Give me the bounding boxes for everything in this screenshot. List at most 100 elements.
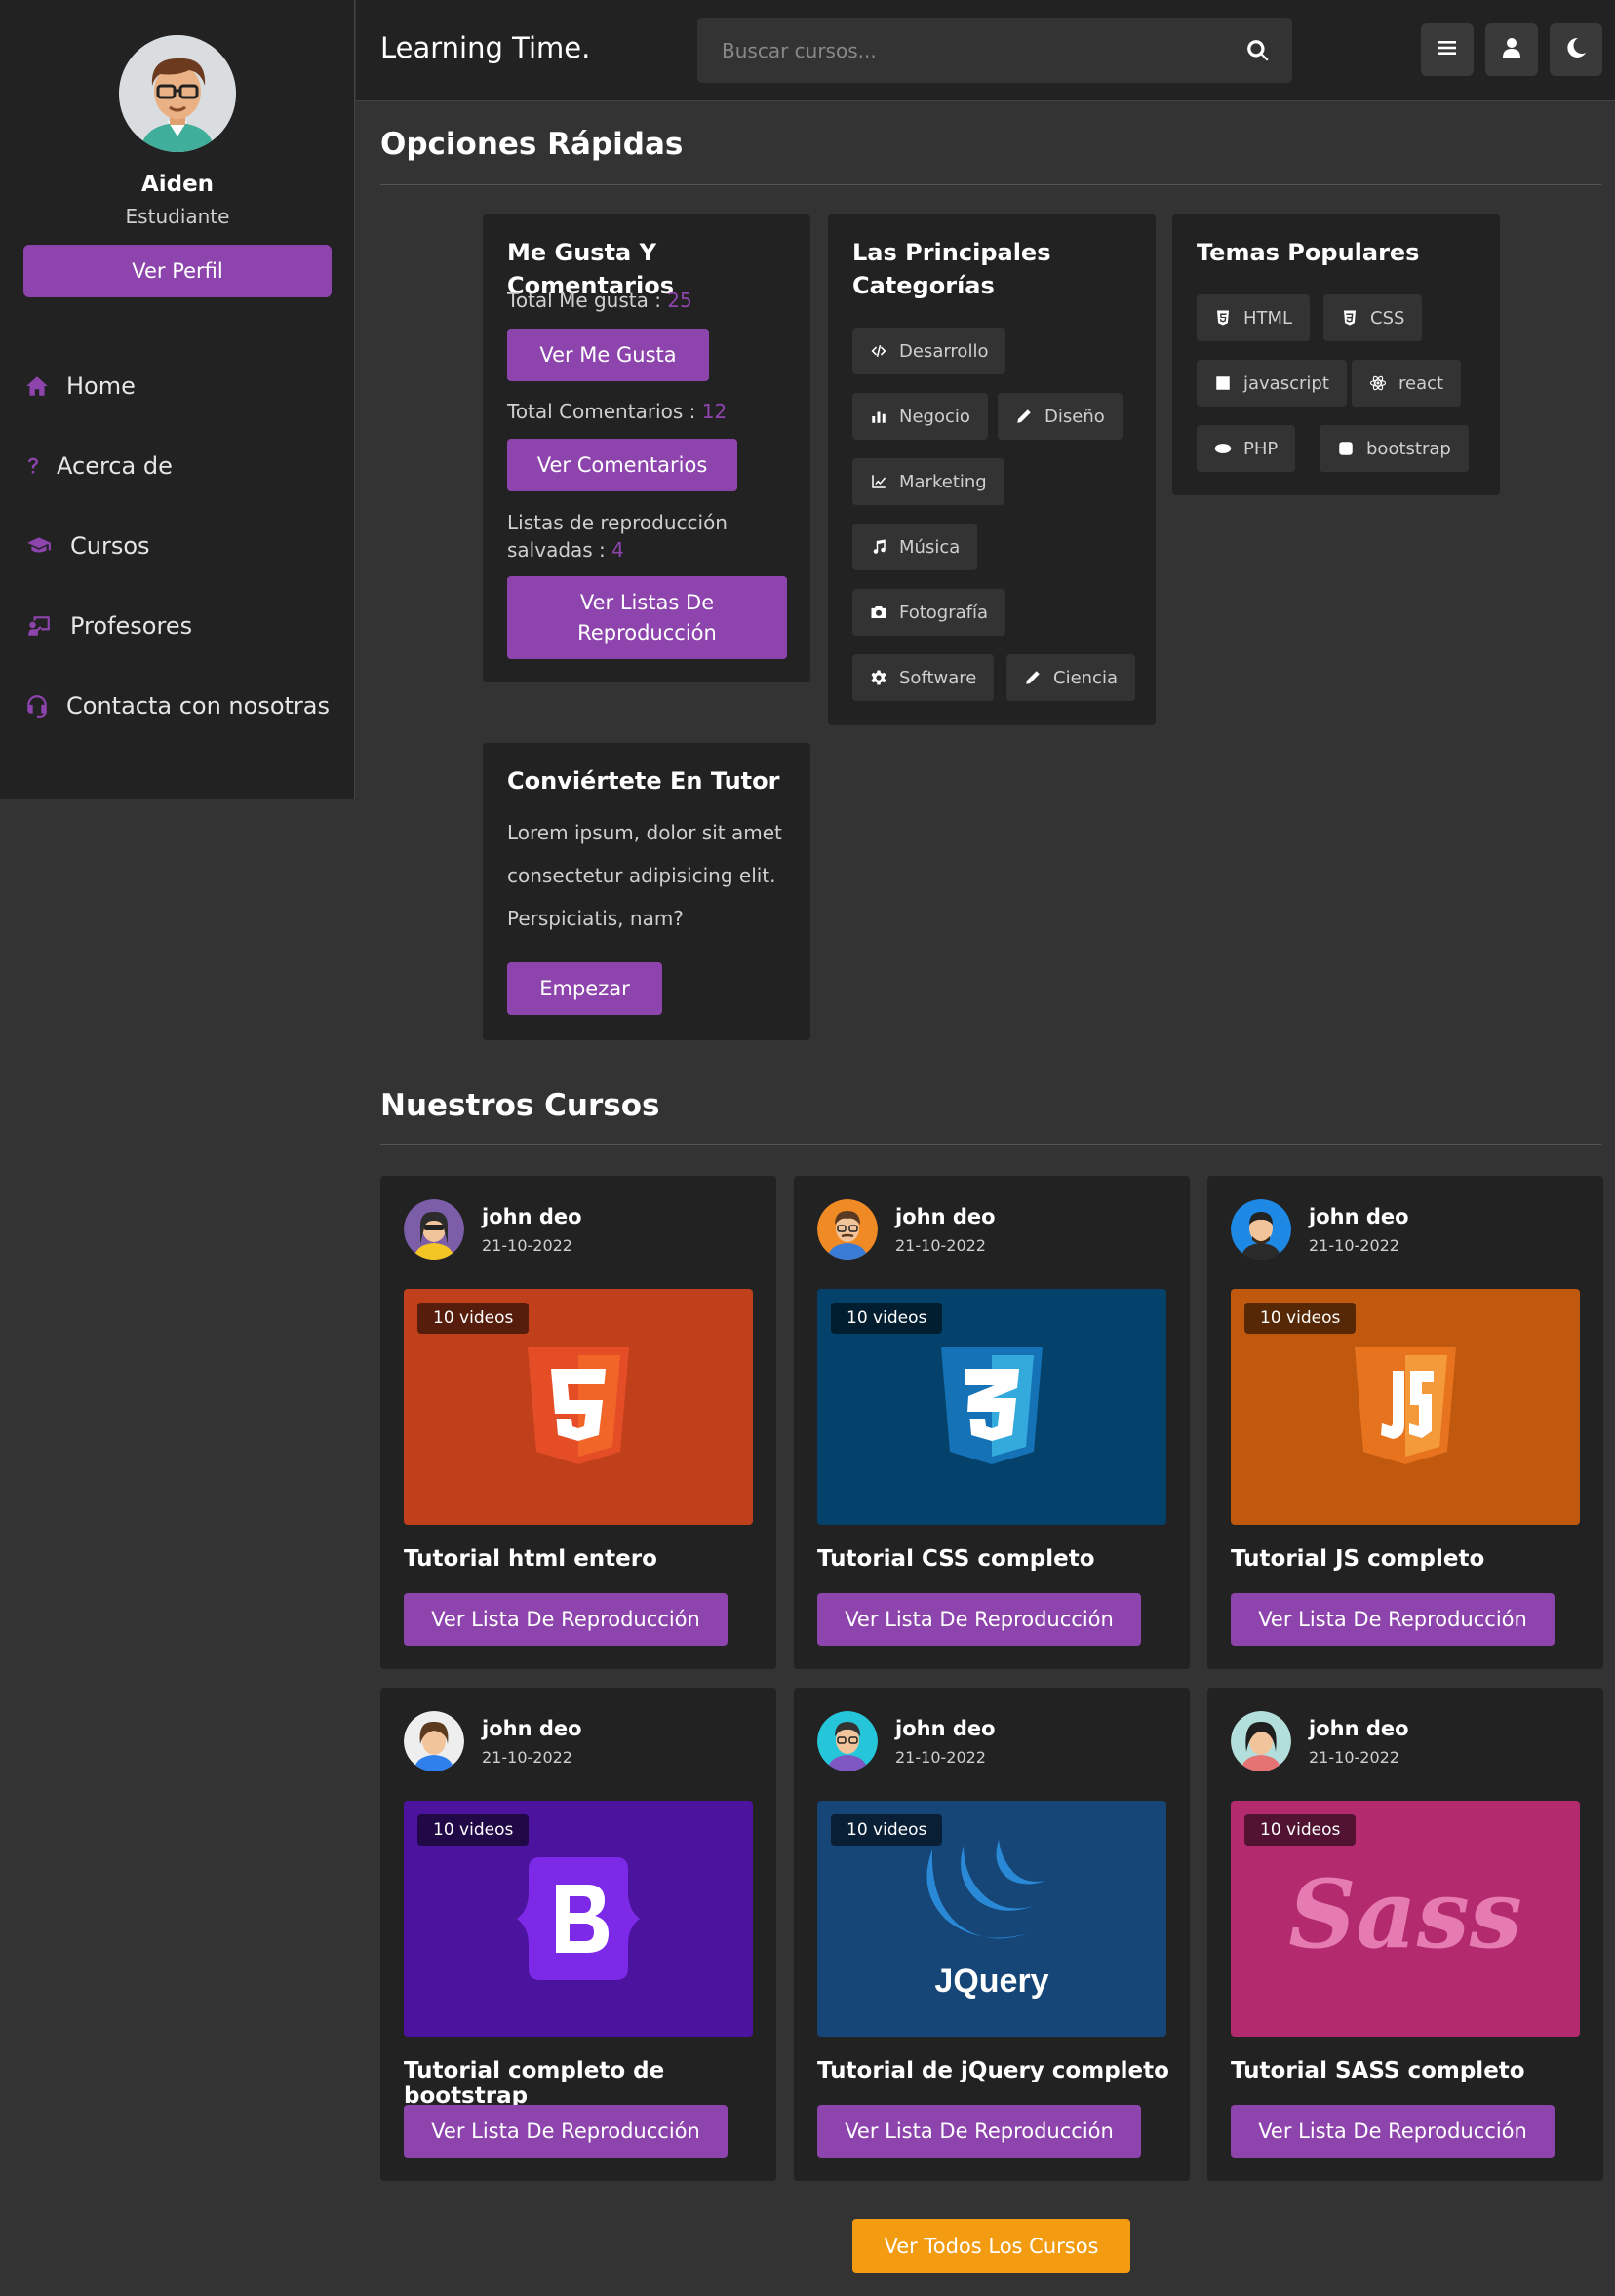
- home-icon: [23, 372, 51, 400]
- graduation-cap-icon: [23, 532, 55, 560]
- course-thumbnail[interactable]: 10 videos: [817, 1289, 1166, 1525]
- question-icon: [23, 452, 43, 480]
- category-tag-marketing[interactable]: Marketing: [852, 458, 1004, 505]
- total-comments-stat: Total Comentarios : 12: [507, 400, 728, 423]
- topic-tag-css[interactable]: CSS: [1323, 294, 1423, 341]
- sidebar-item-label: Home: [66, 372, 136, 400]
- author-avatar: [1231, 1711, 1291, 1771]
- sidebar-item-teachers[interactable]: Profesores: [0, 586, 355, 666]
- video-count-badge: 10 videos: [417, 1814, 530, 1846]
- publish-date: 21-10-2022: [895, 1748, 986, 1767]
- category-tag-business[interactable]: Negocio: [852, 393, 988, 440]
- category-tag-development[interactable]: Desarrollo: [852, 328, 1006, 374]
- search-bar: [697, 18, 1292, 83]
- js-icon: [1216, 376, 1230, 390]
- view-all-courses-button[interactable]: Ver Todos Los Cursos: [852, 2219, 1130, 2273]
- chart-line-icon: [872, 475, 886, 488]
- cog-icon: [871, 670, 886, 685]
- course-thumbnail[interactable]: Sass 10 videos: [1231, 1801, 1580, 2037]
- category-tag-software[interactable]: Software: [852, 654, 995, 701]
- profile-avatar[interactable]: [119, 35, 236, 152]
- profile-role: Estudiante: [125, 205, 230, 228]
- course-thumbnail[interactable]: 10 videos: [404, 1289, 753, 1525]
- author-avatar: [1231, 1199, 1291, 1260]
- view-playlist-button[interactable]: Ver Lista De Reproducción: [1231, 2105, 1555, 2158]
- pen-icon: [1017, 409, 1031, 423]
- author-name: john deo: [482, 1205, 582, 1228]
- php-icon: [1214, 444, 1232, 453]
- courses-title: Nuestros Cursos: [380, 1088, 660, 1123]
- svg-text:JQuery: JQuery: [934, 1963, 1048, 2000]
- get-started-button[interactable]: Empezar: [507, 962, 662, 1015]
- view-playlist-button[interactable]: Ver Lista De Reproducción: [1231, 1593, 1555, 1646]
- topic-tag-php[interactable]: PHP: [1197, 425, 1296, 472]
- popular-topics-card: Temas Populares HTML CSS javascript reac…: [1172, 214, 1500, 495]
- sidebar: Aiden Estudiante Ver Perfil Home Acerca …: [0, 0, 355, 799]
- view-playlist-button[interactable]: Ver Lista De Reproducción: [404, 2105, 728, 2158]
- headset-icon: [23, 692, 51, 720]
- likes-count: 25: [667, 289, 692, 312]
- category-tag-science[interactable]: Ciencia: [1006, 654, 1135, 701]
- profile-name: Aiden: [140, 172, 215, 197]
- course-thumbnail[interactable]: 10 videos: [1231, 1289, 1580, 1525]
- view-comments-button[interactable]: Ver Comentarios: [507, 439, 737, 491]
- author-name: john deo: [482, 1717, 582, 1740]
- publish-date: 21-10-2022: [1309, 1236, 1399, 1255]
- category-tag-design[interactable]: Diseño: [998, 393, 1123, 440]
- course-title: Tutorial SASS completo: [1231, 2058, 1525, 2083]
- sidebar-item-courses[interactable]: Cursos: [0, 506, 355, 586]
- author-name: john deo: [1309, 1205, 1409, 1228]
- category-tag-music[interactable]: Música: [852, 524, 978, 570]
- publish-date: 21-10-2022: [895, 1236, 986, 1255]
- menu-button[interactable]: [1421, 23, 1474, 76]
- tutor-description: Lorem ipsum, dolor sit amet consectetur …: [507, 821, 782, 930]
- top-header: Learning Time.: [356, 0, 1615, 101]
- music-icon: [873, 539, 886, 554]
- category-tag-photography[interactable]: Fotografía: [852, 589, 1006, 636]
- course-card: john deo 21-10-2022 10 videos Tutorial C…: [794, 1176, 1190, 1669]
- view-likes-button[interactable]: Ver Me Gusta: [507, 329, 709, 381]
- sidebar-item-label: Acerca de: [57, 452, 173, 480]
- theme-toggle-button[interactable]: [1550, 23, 1602, 76]
- likes-comments-card: Me Gusta Y Comentarios Total Me gusta : …: [483, 214, 810, 682]
- menu-icon: [1436, 36, 1459, 63]
- view-profile-button[interactable]: Ver Perfil: [23, 245, 332, 297]
- course-card: john deo 21-10-2022 JQuery 10 videos Tut…: [794, 1688, 1190, 2181]
- course-thumbnail[interactable]: JQuery 10 videos: [817, 1801, 1166, 2037]
- sidebar-item-home[interactable]: Home: [0, 346, 355, 426]
- user-button[interactable]: [1485, 23, 1538, 76]
- total-likes-stat: Total Me gusta : 25: [507, 289, 692, 312]
- video-count-badge: 10 videos: [417, 1303, 530, 1334]
- app-logo[interactable]: Learning Time.: [380, 31, 590, 64]
- course-card: john deo 21-10-2022 Sass 10 videos Tutor…: [1207, 1688, 1603, 2181]
- search-input[interactable]: [697, 18, 1224, 83]
- become-tutor-card: Conviértete En Tutor Lorem ipsum, dolor …: [483, 743, 810, 1040]
- author-name: john deo: [1309, 1717, 1409, 1740]
- course-title: Tutorial JS completo: [1231, 1546, 1485, 1572]
- view-playlist-button[interactable]: Ver Lista De Reproducción: [817, 1593, 1141, 1646]
- topic-tag-html[interactable]: HTML: [1197, 294, 1311, 341]
- bootstrap-icon: [1339, 442, 1353, 455]
- publish-date: 21-10-2022: [482, 1748, 572, 1767]
- topic-tag-bootstrap[interactable]: bootstrap: [1320, 425, 1469, 472]
- search-icon[interactable]: [1245, 38, 1271, 63]
- sidebar-item-label: Cursos: [70, 532, 150, 560]
- react-icon: [1369, 375, 1387, 391]
- topic-tag-react[interactable]: react: [1352, 360, 1462, 407]
- course-title: Tutorial CSS completo: [817, 1546, 1095, 1572]
- course-thumbnail[interactable]: 10 videos: [404, 1801, 753, 2037]
- sidebar-item-contact[interactable]: Contacta con nosotras: [0, 666, 355, 746]
- video-count-badge: 10 videos: [831, 1303, 943, 1334]
- view-playlist-button[interactable]: Ver Lista De Reproducción: [404, 1593, 728, 1646]
- playlists-count: 4: [611, 538, 624, 562]
- sidebar-item-label: Profesores: [70, 612, 193, 640]
- view-playlists-button[interactable]: Ver Listas De Reproducción: [507, 576, 787, 659]
- sidebar-item-about[interactable]: Acerca de: [0, 426, 355, 506]
- author-avatar: [817, 1711, 878, 1771]
- video-count-badge: 10 videos: [1244, 1814, 1357, 1846]
- quick-options-title: Opciones Rápidas: [380, 127, 684, 162]
- video-count-badge: 10 videos: [1244, 1303, 1357, 1334]
- view-playlist-button[interactable]: Ver Lista De Reproducción: [817, 2105, 1141, 2158]
- topic-tag-javascript[interactable]: javascript: [1197, 360, 1347, 407]
- chalkboard-teacher-icon: [23, 612, 55, 640]
